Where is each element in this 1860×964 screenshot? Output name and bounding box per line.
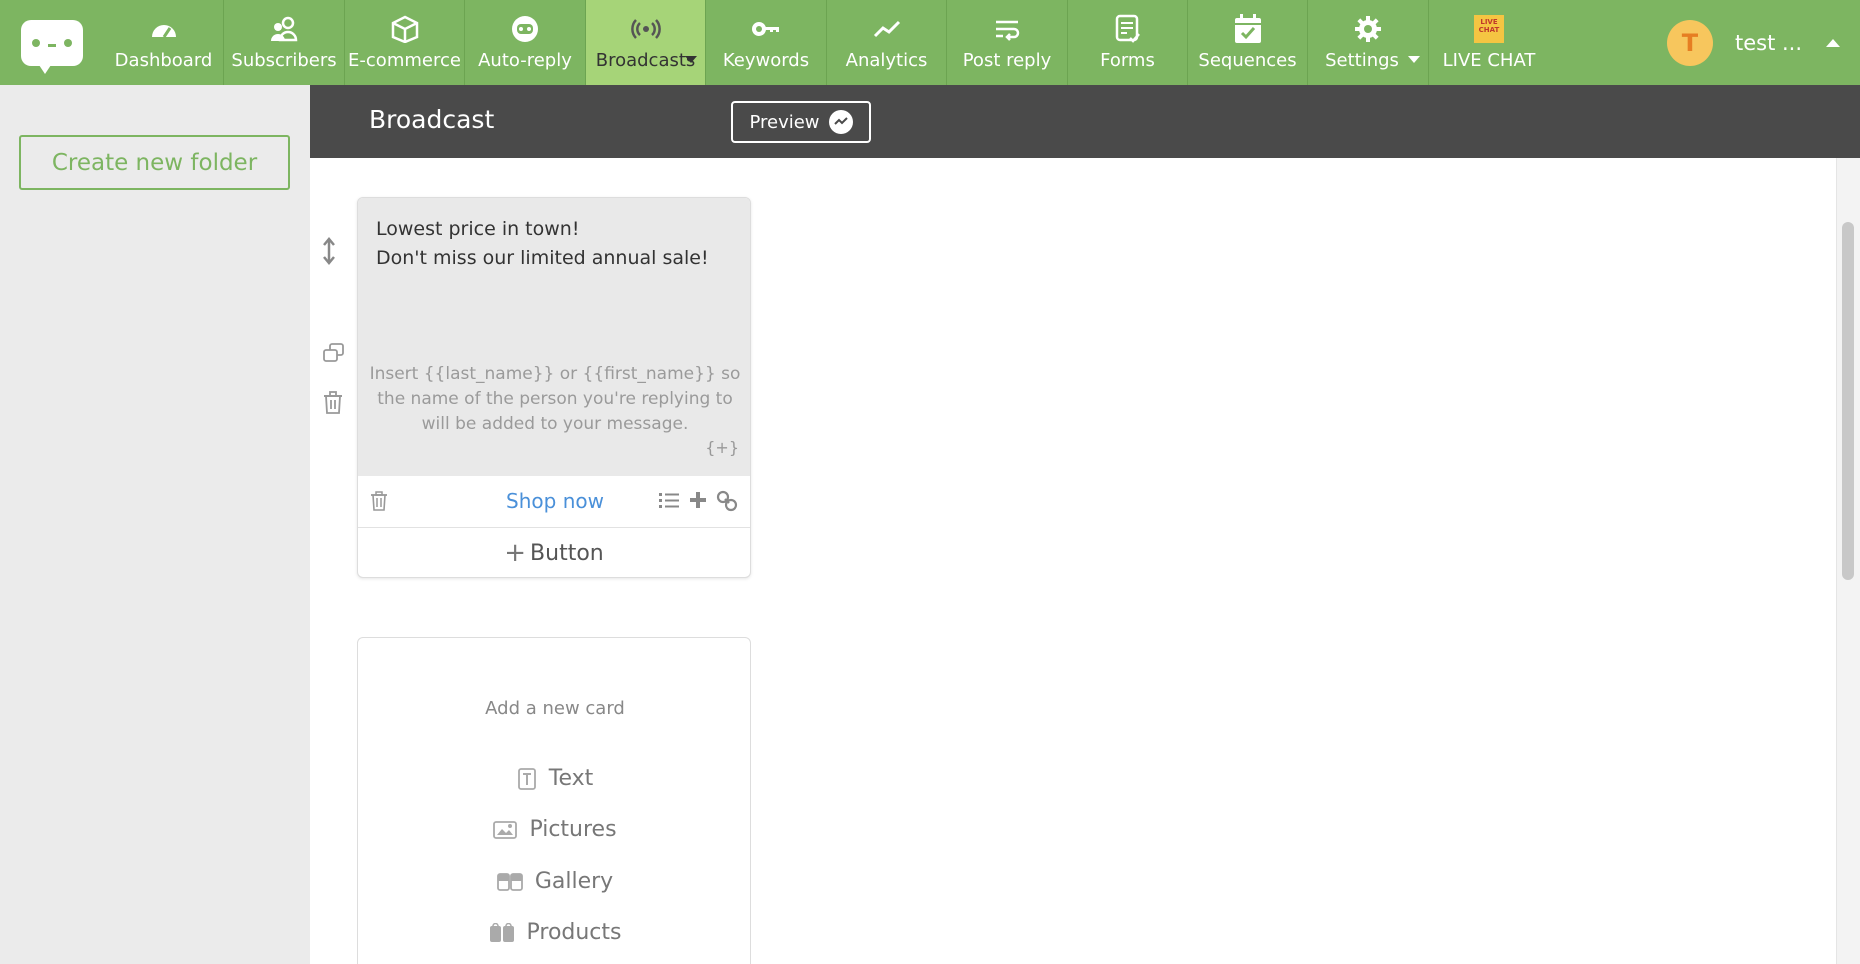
option-label: Products: [526, 920, 622, 945]
chevron-down-icon[interactable]: [685, 56, 697, 63]
page-title: Broadcast: [369, 105, 495, 134]
nav-label: Forms: [1100, 50, 1155, 71]
insert-variable-button[interactable]: {+}: [705, 438, 739, 457]
preview-label: Preview: [749, 111, 820, 133]
live-chat-icon: LIVE CHAT: [1474, 14, 1504, 44]
user-menu[interactable]: T test ...: [1666, 0, 1860, 85]
top-nav: Dashboard Subscribers E-commerce Auto-re…: [0, 0, 1860, 85]
nav-auto-reply[interactable]: Auto-reply: [465, 0, 586, 85]
card-text-editor[interactable]: Lowest price in town! Don't miss our lim…: [358, 198, 750, 476]
nav-dashboard[interactable]: Dashboard: [104, 0, 224, 85]
nav-label: Analytics: [845, 50, 928, 71]
auto-reply-icon: [510, 14, 540, 44]
gallery-icon: [496, 872, 523, 891]
messenger-icon: [828, 110, 853, 134]
app-logo[interactable]: [0, 0, 104, 85]
username[interactable]: test ...: [1735, 31, 1802, 55]
nav-label: Subscribers: [231, 50, 337, 71]
nav-label: Settings: [1325, 50, 1399, 71]
add-gallery-card-option[interactable]: Gallery: [358, 869, 752, 894]
text-icon: [517, 767, 537, 791]
picture-icon: [493, 820, 518, 840]
card-hint: Insert {{last_name}} or {{first_name}} s…: [369, 364, 741, 434]
gear-icon: [1353, 14, 1383, 44]
drag-handle-icon[interactable]: [322, 237, 336, 269]
nav-forms[interactable]: Forms: [1068, 0, 1188, 85]
nav-ecommerce[interactable]: E-commerce: [345, 0, 465, 85]
key-icon: [751, 14, 781, 44]
add-icon[interactable]: [688, 490, 708, 516]
subscribers-icon: [269, 14, 299, 44]
nav-settings[interactable]: Settings: [1308, 0, 1429, 85]
delete-card-icon[interactable]: [322, 391, 344, 419]
new-card-heading: Add a new card: [485, 698, 625, 719]
nav-label: Dashboard: [114, 50, 213, 71]
new-card-panel: Add a new card Text Pictures Gallery Pro…: [357, 637, 751, 964]
ecommerce-icon: [390, 14, 420, 44]
button-tools: [658, 490, 738, 516]
nav-post-reply[interactable]: Post reply: [947, 0, 1068, 85]
nav-label: Post reply: [962, 50, 1052, 71]
add-button-label: Button: [530, 540, 604, 566]
chatbot-logo-icon: [21, 19, 83, 74]
nav-analytics[interactable]: Analytics: [827, 0, 947, 85]
nav-label: E-commerce: [348, 50, 461, 71]
scrollbar-thumb[interactable]: [1842, 222, 1854, 580]
post-reply-icon: [992, 14, 1022, 44]
option-label: Text: [548, 766, 594, 791]
link-icon[interactable]: [716, 490, 738, 516]
analytics-icon: [872, 14, 902, 44]
option-label: Gallery: [534, 869, 614, 894]
plus-icon: +: [504, 538, 527, 568]
folder-sidebar: Create new folder: [0, 85, 310, 964]
card-button-row: Shop now: [358, 476, 750, 528]
card-message-line: Lowest price in town!: [376, 218, 580, 240]
nav-broadcasts[interactable]: Broadcasts: [586, 0, 706, 85]
nav-live-chat[interactable]: LIVE CHAT LIVE CHAT: [1429, 0, 1549, 85]
chevron-down-icon[interactable]: [1408, 56, 1420, 63]
svg-text:LIVE: LIVE: [1480, 18, 1497, 26]
broadcast-icon: [630, 14, 661, 44]
list-icon[interactable]: [658, 490, 680, 516]
text-card: Lowest price in town! Don't miss our lim…: [357, 197, 751, 578]
page-header: Broadcast Preview: [310, 85, 1860, 158]
card-message-line: Don't miss our limited annual sale!: [376, 247, 709, 269]
duplicate-icon[interactable]: [322, 342, 346, 368]
nav-label: Auto-reply: [478, 50, 572, 71]
dashboard-icon: [149, 14, 179, 44]
nav-subscribers[interactable]: Subscribers: [224, 0, 345, 85]
option-label: Pictures: [529, 817, 617, 842]
nav-label: Sequences: [1198, 50, 1297, 71]
calendar-check-icon: [1233, 14, 1263, 44]
add-products-card-option[interactable]: Products: [358, 920, 752, 945]
avatar[interactable]: T: [1666, 19, 1713, 66]
nav-label: LIVE CHAT: [1442, 50, 1536, 71]
chevron-up-icon[interactable]: [1826, 38, 1840, 47]
add-button[interactable]: + Button: [358, 528, 750, 577]
create-folder-button[interactable]: Create new folder: [19, 135, 290, 190]
nav-label: Keywords: [722, 50, 810, 71]
nav-keywords[interactable]: Keywords: [706, 0, 827, 85]
nav-label: Broadcasts: [595, 50, 696, 71]
svg-text:CHAT: CHAT: [1479, 26, 1500, 34]
products-icon: [489, 922, 515, 943]
forms-icon: [1113, 14, 1143, 44]
add-text-card-option[interactable]: Text: [358, 766, 752, 791]
add-pictures-card-option[interactable]: Pictures: [358, 817, 752, 842]
preview-button[interactable]: Preview: [731, 101, 871, 143]
nav-sequences[interactable]: Sequences: [1188, 0, 1308, 85]
card-message[interactable]: Lowest price in town! Don't miss our lim…: [376, 215, 709, 273]
